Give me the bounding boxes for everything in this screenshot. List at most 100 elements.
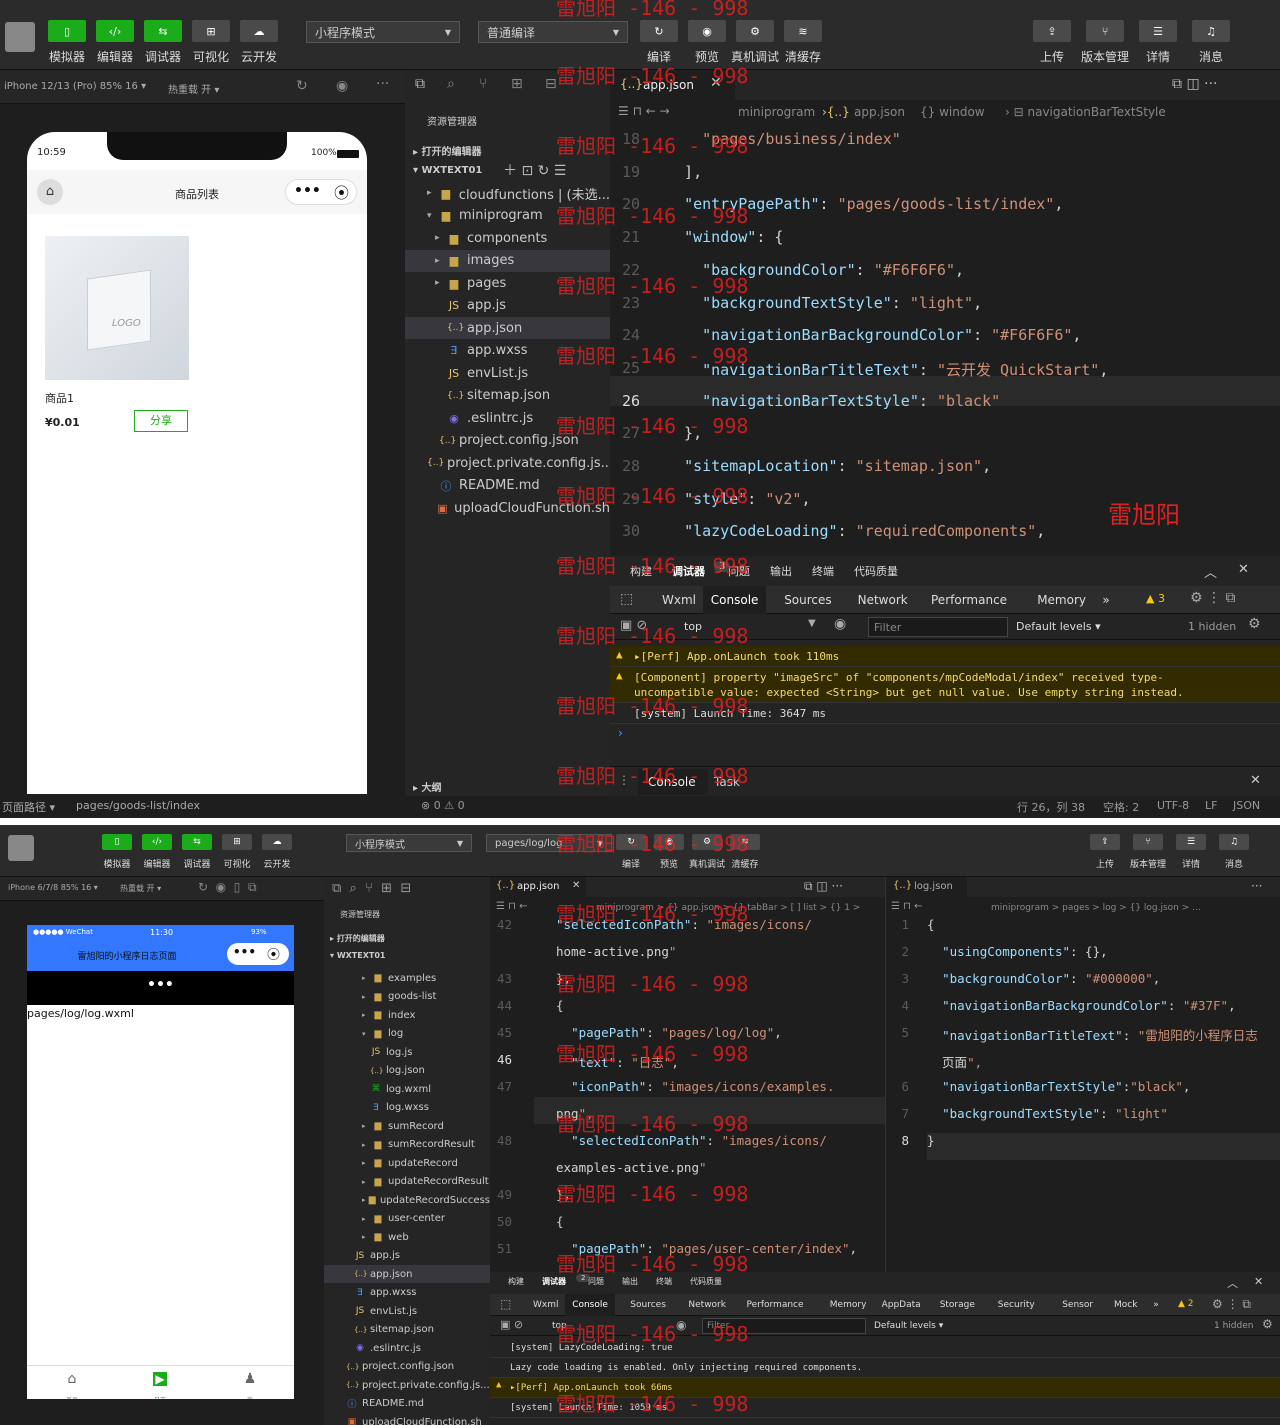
tree-item-log[interactable]: ▾ ▆ log — [324, 1025, 490, 1043]
breadcrumb-0[interactable]: miniprogram — [738, 105, 815, 119]
tab-app-json[interactable]: {..} app.json ✕ — [610, 70, 735, 100]
stop-icon[interactable]: ◉ — [336, 78, 348, 94]
product-image[interactable]: LOGO — [45, 236, 189, 380]
code-line[interactable]: "selectedIconPath": "images/icons/"selec… — [556, 917, 812, 932]
capsule-more-icon[interactable]: ••• — [233, 945, 256, 959]
devtools-tab-memory[interactable]: Memory — [823, 1294, 874, 1316]
indent-setting[interactable]: 空格: 2 — [1103, 799, 1139, 815]
devtools-tab-security[interactable]: Security — [991, 1294, 1042, 1316]
compile-select[interactable]: pages/log/log ▼ — [486, 834, 612, 852]
levels-select[interactable]: Default levels ▾ — [874, 1321, 943, 1331]
more-icon[interactable]: ··· — [1251, 879, 1262, 893]
panel-tab-5[interactable]: 代码质量 — [854, 563, 898, 579]
tree-item-envlist-js[interactable]: JS envList.js — [405, 362, 610, 384]
tree-item-log-json[interactable]: {..} log.json — [324, 1062, 490, 1080]
language-mode[interactable]: JSON — [1233, 799, 1260, 812]
code-line[interactable]: "pagePath": "pages/log/log", "pagePath":… — [556, 1025, 782, 1040]
device-select[interactable]: iPhone 12/13 (Pro) 85% 16 ▾ — [4, 81, 146, 92]
collapse-icon[interactable]: ︿ — [1204, 562, 1217, 581]
devtools-tab-memory[interactable]: Memory — [1029, 586, 1094, 614]
tree-item-log-wxml[interactable]: ⌘ log.wxml — [324, 1080, 490, 1098]
tree-item-updaterecord[interactable]: ▸ ▆ updateRecord — [324, 1154, 490, 1172]
capsule-close-icon[interactable]: ⦿ — [334, 182, 349, 203]
code-line[interactable]: {{ — [556, 1214, 564, 1229]
toolbar-btn-3[interactable]: ⊞ — [222, 834, 252, 850]
code-line[interactable]: {{ — [927, 917, 935, 932]
tree-item-components[interactable]: ▸ ▆ components — [405, 227, 610, 249]
devtools-tab-item[interactable]: » — [1146, 1294, 1166, 1316]
code-line[interactable]: "pagePath": "pages/user-center/index", "… — [556, 1241, 857, 1256]
eol[interactable]: LF — [1205, 799, 1217, 812]
tree-item-cloudfunctions[interactable]: ▸ ▆ cloudfunctions | (未选... — [405, 182, 610, 204]
drawer-close-icon[interactable]: ✕ — [1250, 773, 1261, 788]
tree-item-readme-md[interactable]: ⓘ README.md — [405, 475, 610, 497]
tree-item-project-private-config-js[interactable]: {..} project.private.config.js... — [324, 1376, 490, 1394]
project-header[interactable]: ▾ WXTEXT01 — [330, 951, 385, 960]
toolbar-btn-1[interactable]: ‹/› — [142, 834, 172, 850]
panel-tab-3[interactable]: 输出 — [770, 563, 792, 579]
compile-button[interactable]: ↻ — [640, 20, 678, 42]
devtools-tab-performance[interactable]: Performance — [740, 1294, 811, 1316]
console-message[interactable]: ▲ ▸[Perf] App.onLaunch took 66ms — [490, 1378, 1280, 1398]
mode-select[interactable]: 小程序模式 ▼ — [346, 834, 472, 852]
toolbar-btn-2[interactable]: ⇆ — [144, 20, 182, 42]
panel-tab-0[interactable]: 构建 — [630, 563, 652, 579]
panel-tab-3[interactable]: 输出 — [622, 1276, 638, 1287]
console-message[interactable]: ▲ [Component] property "imageSrc" of "com… — [610, 667, 1280, 703]
details-button[interactable]: ☰ — [1176, 834, 1206, 850]
tree-item-eslintrc-js[interactable]: ◉ .eslintrc.js — [405, 407, 610, 429]
devtools-tab-network[interactable]: Network — [681, 1294, 733, 1316]
version-button[interactable]: ⑂ — [1086, 20, 1124, 42]
compile-select[interactable]: 普通编译 ▼ — [478, 21, 628, 43]
code-line[interactable]: "backgroundColor": "#000000", "backgroun… — [927, 971, 1160, 986]
code-line[interactable]: "pages/business/index" "pages/business/i… — [666, 130, 901, 148]
upload-button[interactable]: ⇪ — [1033, 20, 1071, 42]
code-line[interactable]: png",png", — [556, 1106, 594, 1121]
code-line[interactable]: "selectedIconPath": "images/icons/ "sele… — [556, 1133, 827, 1148]
eye-icon[interactable]: ◉ — [834, 616, 846, 632]
tree-item-app-wxss[interactable]: Ǝapp.wxss — [405, 340, 610, 362]
devtools-tab-console[interactable]: Console — [565, 1294, 615, 1316]
tree-item-app-json[interactable]: {..} app.json — [405, 317, 610, 339]
remote-debug-button[interactable]: ⚙ — [736, 20, 774, 42]
panel-tab-4[interactable]: 终端 — [656, 1276, 672, 1287]
split-icon[interactable]: ⧉ ◫ ··· — [804, 879, 843, 894]
code-line[interactable]: "window": { "window": { — [666, 228, 783, 246]
tree-item-log-js[interactable]: JS log.js — [324, 1043, 490, 1061]
drawer-tab-console[interactable]: Console — [638, 769, 708, 795]
breadcrumb-1[interactable]: app.json — [854, 105, 905, 119]
messages-button[interactable]: ♫ — [1219, 834, 1249, 850]
tree-item-project-config-json[interactable]: {..} project.config.json — [405, 430, 610, 452]
toolbar-btn-2[interactable]: ⇆ — [182, 834, 212, 850]
code-line[interactable]: ], ], — [666, 163, 702, 181]
code-line[interactable]: "navigationBarTextStyle": "black" "navig… — [666, 392, 1000, 410]
console-settings-icon[interactable]: ⚙ — [1248, 616, 1261, 632]
code-line[interactable]: "lazyCodeLoading": "requiredComponents",… — [666, 522, 1045, 540]
tree-item-pages[interactable]: ▸ ▆ pages — [405, 272, 610, 294]
tree-item-goods-list[interactable]: ▸ ▆ goods-list — [324, 988, 490, 1006]
inspect-icon[interactable]: ⬚ — [620, 591, 633, 607]
extensions-icon[interactable]: ⊞ — [511, 76, 523, 92]
eye-icon[interactable]: ◉ — [676, 1318, 686, 1332]
drawer-tab-task[interactable]: Task — [714, 775, 740, 789]
collapse-icon[interactable]: ︿ — [1227, 1275, 1238, 1291]
code-line[interactable]: }, }, — [666, 424, 702, 442]
mode-select[interactable]: 小程序模式 ▼ — [306, 21, 460, 43]
toolbar-btn-3[interactable]: ⊞ — [192, 20, 230, 42]
tree-item-user-center[interactable]: ▸ ▆ user-center — [324, 1210, 490, 1228]
tab-log-json[interactable]: {..} log.json — [887, 877, 967, 897]
remote-debug-button[interactable]: ⚙ — [692, 834, 722, 850]
toolbar-btn-0[interactable]: ▯ — [102, 834, 132, 850]
panel-tab-0[interactable]: 构建 — [508, 1276, 524, 1287]
drawer-menu-icon[interactable]: ⋮ — [618, 773, 630, 787]
panel-tab-1[interactable]: 调试器 — [672, 563, 705, 579]
breadcrumb-2[interactable]: {} window — [920, 105, 985, 119]
code-line[interactable]: "sitemapLocation": "sitemap.json", "site… — [666, 457, 991, 475]
panel-tab-2[interactable]: 问题 — [588, 1276, 604, 1287]
code-line[interactable]: examples-active.png"examples-active.png" — [556, 1160, 707, 1175]
problems-count[interactable]: ⊗ 0 ⚠ 0 — [421, 799, 465, 812]
code-line[interactable]: "iconPath": "images/icons/examples. "ico… — [556, 1079, 834, 1094]
capsule-button[interactable]: ••• ⦿ — [227, 943, 289, 965]
sim-tools-icons[interactable]: ↻ ◉ ▯ ⧉ — [198, 880, 257, 895]
tree-item-envlist-js[interactable]: JS envList.js — [324, 1302, 490, 1320]
